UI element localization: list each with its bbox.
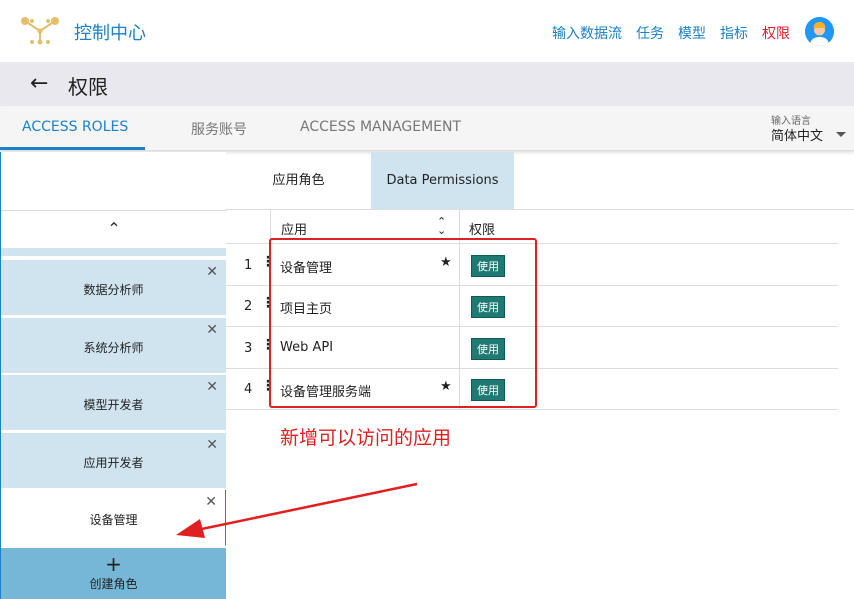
role-list-strip — [1, 248, 226, 256]
role-item[interactable]: 模型开发者 ✕ — [1, 375, 226, 431]
close-icon[interactable]: ✕ — [206, 264, 218, 280]
nav-input-dataflow[interactable]: 输入数据流 — [552, 23, 622, 43]
annotation-highlight-box — [269, 238, 537, 408]
nav-models[interactable]: 模型 — [678, 23, 706, 43]
user-avatar[interactable] — [805, 17, 834, 46]
user-avatar-icon — [805, 17, 834, 46]
role-label: 数据分析师 — [83, 283, 144, 297]
page-title: 权限 — [68, 75, 108, 99]
role-label: 系统分析师 — [83, 341, 144, 355]
app-logo-icon[interactable] — [20, 15, 60, 47]
tab-bar: ACCESS ROLES 服务账号 ACCESS MANAGEMENT 输入语言… — [0, 106, 854, 151]
nav-tasks[interactable]: 任务 — [636, 23, 664, 43]
top-bar: 控制中心 输入数据流 任务 模型 指标 权限 — [0, 0, 854, 62]
nav-permissions[interactable]: 权限 — [762, 23, 790, 43]
scroll-up-icon[interactable]: ⌃ — [1, 210, 227, 246]
close-icon[interactable]: ✕ — [206, 437, 218, 453]
chevron-down-icon[interactable] — [836, 132, 846, 137]
language-select[interactable]: 简体中文 — [771, 125, 823, 144]
tab-access-roles[interactable]: ACCESS ROLES — [22, 119, 128, 135]
row-number: 2 — [244, 299, 253, 314]
active-tab-indicator — [0, 147, 145, 150]
row-number: 4 — [244, 382, 253, 397]
create-role-button[interactable]: + 创建角色 — [1, 548, 226, 599]
row-number: 1 — [244, 258, 253, 273]
role-label: 模型开发者 — [83, 398, 144, 412]
role-label: 应用开发者 — [83, 456, 144, 470]
close-icon[interactable]: ✕ — [206, 322, 218, 338]
close-icon[interactable]: ✕ — [206, 379, 218, 395]
column-header-app[interactable]: 应用 — [281, 219, 307, 238]
subtab-app-roles[interactable]: 应用角色 — [226, 152, 371, 210]
sort-icon[interactable]: ⌃ ⌄ — [437, 216, 446, 236]
annotation-arrow-icon — [176, 482, 418, 538]
app-title[interactable]: 控制中心 — [74, 19, 146, 45]
row-number: 3 — [244, 341, 253, 356]
annotation-text: 新增可以访问的应用 — [280, 427, 452, 449]
create-role-label: 创建角色 — [89, 577, 138, 591]
tab-service-accounts[interactable]: 服务账号 — [191, 119, 247, 139]
page-header: ← 权限 — [0, 62, 854, 106]
role-item[interactable]: 数据分析师 ✕ — [1, 260, 226, 316]
column-header-permission: 权限 — [469, 223, 496, 238]
tab-access-management[interactable]: ACCESS MANAGEMENT — [300, 119, 461, 135]
top-nav: 输入数据流 任务 模型 指标 权限 — [552, 23, 790, 43]
role-item[interactable]: 系统分析师 ✕ — [1, 318, 226, 374]
back-arrow-icon[interactable]: ← — [30, 71, 48, 97]
nav-metrics[interactable]: 指标 — [720, 23, 748, 43]
plus-icon: + — [105, 552, 122, 576]
subtab-data-permissions[interactable]: Data Permissions — [371, 152, 514, 210]
